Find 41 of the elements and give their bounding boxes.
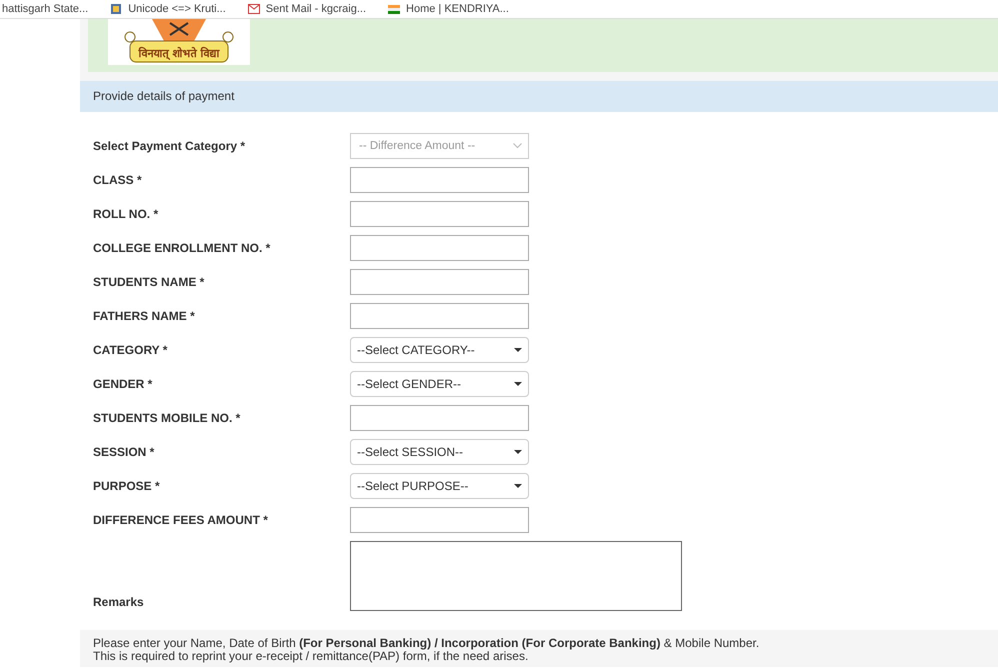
caret-down-icon bbox=[514, 382, 522, 386]
caret-down-icon bbox=[514, 348, 522, 352]
field-label: CLASS * bbox=[93, 173, 143, 187]
field-label: COLLEGE ENROLLMENT NO. * bbox=[93, 241, 272, 255]
document-icon bbox=[110, 3, 122, 15]
field-label: STUDENTS NAME * bbox=[93, 275, 206, 289]
field-label: PURPOSE * bbox=[93, 479, 161, 493]
bookmark-link[interactable]: hattisgarh State... bbox=[2, 3, 88, 15]
input-field[interactable] bbox=[350, 303, 529, 329]
bookmark-link[interactable]: Sent Mail - kgcraig... bbox=[248, 3, 366, 15]
remarks-field[interactable] bbox=[350, 541, 682, 611]
field-label: ROLL NO. * bbox=[93, 207, 160, 221]
input-field[interactable] bbox=[350, 507, 529, 533]
input-field[interactable] bbox=[350, 235, 529, 261]
field-label: Remarks bbox=[93, 595, 145, 611]
caret-down-icon bbox=[514, 484, 522, 488]
field-label: STUDENTS MOBILE NO. * bbox=[93, 411, 242, 425]
note-text: This is required to reprint your e-receipt / remittance(PAP) form, if the need arises. bbox=[93, 650, 528, 663]
input-field[interactable] bbox=[350, 269, 529, 295]
dropdown[interactable]: --Select PURPOSE-- bbox=[350, 473, 529, 499]
input-field[interactable] bbox=[350, 201, 529, 227]
motto-text: विनयात् शोभते विद्या bbox=[138, 46, 220, 60]
field-label: CATEGORY * bbox=[93, 343, 168, 357]
dropdown[interactable]: --Select SESSION-- bbox=[350, 439, 529, 465]
field-label: SESSION * bbox=[93, 445, 156, 459]
field-label: FATHERS NAME * bbox=[93, 309, 196, 323]
mail-icon bbox=[248, 4, 260, 14]
bookmark-link[interactable]: Home | KENDRIYA... bbox=[388, 3, 509, 15]
dropdown[interactable]: --Select CATEGORY-- bbox=[350, 337, 529, 363]
chevron-down-icon bbox=[513, 143, 522, 149]
input-field[interactable] bbox=[350, 405, 529, 431]
field-label: Select Payment Category * bbox=[93, 139, 246, 153]
dropdown[interactable]: --Select GENDER-- bbox=[350, 371, 529, 397]
input-field[interactable] bbox=[350, 167, 529, 193]
bookmark-link[interactable]: Unicode <=> Kruti... bbox=[110, 3, 226, 15]
flag-icon bbox=[388, 4, 400, 14]
field-label: DIFFERENCE FEES AMOUNT * bbox=[93, 513, 269, 527]
note-text: Please enter your Name, Date of Birth (For Personal Banking) / Incorporation (For Corporate Banking) & Mobile Number. bbox=[93, 637, 760, 650]
section-title: Provide details of payment bbox=[93, 89, 234, 103]
caret-down-icon bbox=[514, 450, 522, 454]
field-label: GENDER * bbox=[93, 377, 154, 391]
